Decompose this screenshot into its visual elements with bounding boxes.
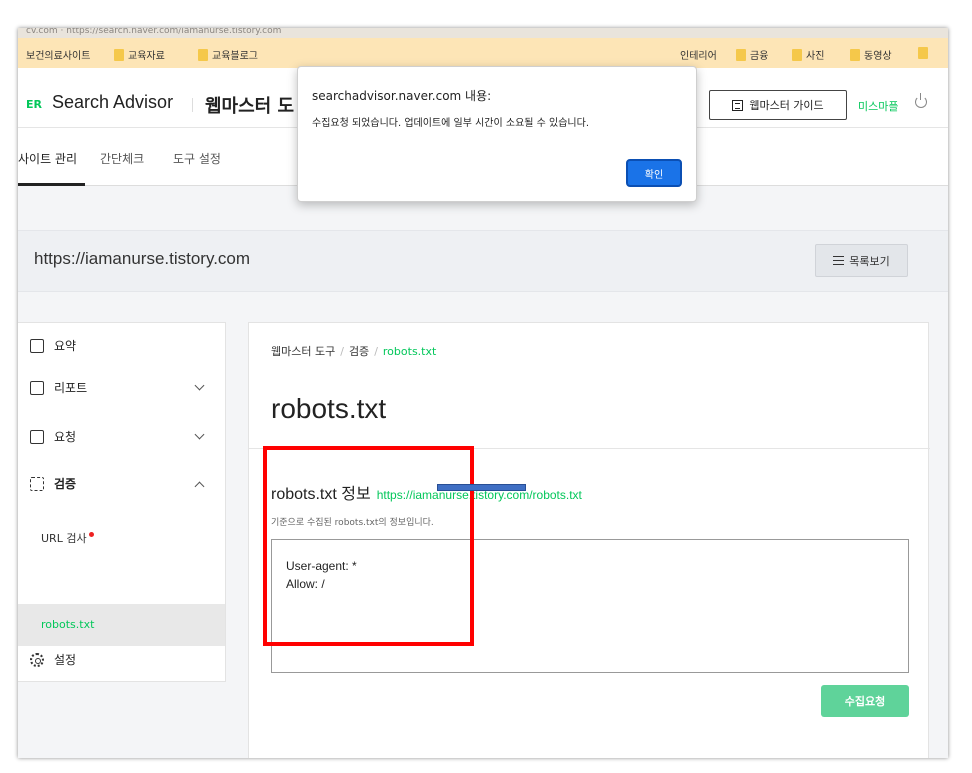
book-icon	[732, 99, 744, 111]
bookmark-item[interactable]: 인테리어	[680, 47, 717, 62]
bookmark-label: 교육자료	[128, 51, 165, 62]
bookmark-label: 교육블로그	[212, 51, 258, 62]
sidebar-item-label: 리포트	[54, 381, 88, 395]
breadcrumb-separator: /	[340, 345, 344, 358]
main-area: 요약 리포트 요청 검증 URL 검사 robots.txt 설정 웹마스터 도…	[18, 292, 948, 758]
bookmark-item[interactable]: 금융	[736, 47, 768, 62]
sidebar-subitem-robots[interactable]: robots.txt	[18, 604, 225, 646]
header-divider	[192, 98, 193, 112]
chevron-down-icon[interactable]	[194, 429, 205, 440]
tab-tool-settings[interactable]: 도구 설정	[173, 150, 221, 167]
bookmark-item[interactable]: 사진	[792, 47, 824, 62]
folder-icon	[198, 48, 208, 61]
power-icon[interactable]	[915, 93, 927, 108]
folder-icon	[736, 48, 746, 61]
alert-dialog: searchadvisor.naver.com 내용: 수집요청 되었습니다. …	[297, 66, 697, 202]
browser-window: cv.com · https://search.naver.com/iamanu…	[18, 28, 948, 758]
swap-arrows-icon	[30, 476, 44, 491]
folder-icon	[792, 48, 802, 61]
bookmark-label: 보건의료사이트	[26, 51, 91, 62]
collect-request-button[interactable]: 수집요청	[821, 685, 909, 717]
sidebar-item-verify[interactable]: 검증	[30, 475, 76, 492]
webmaster-guide-button[interactable]: 웹마스터 가이드	[709, 90, 847, 120]
sidebar-item-summary[interactable]: 요약	[30, 337, 76, 354]
sidebar-item-label: 검증	[54, 477, 77, 491]
sidebar-item-request[interactable]: 요청	[30, 428, 76, 445]
page-title: robots.txt	[271, 393, 387, 424]
breadcrumb-item[interactable]: 검증	[349, 345, 369, 358]
new-dot-badge	[88, 532, 94, 537]
guide-label: 웹마스터 가이드	[749, 99, 824, 112]
annotation-highlight-box	[263, 446, 474, 646]
user-name-link[interactable]: 미스마플	[858, 98, 898, 114]
dialog-title: searchadvisor.naver.com 내용:	[312, 89, 492, 103]
bookmark-item[interactable]	[918, 47, 928, 59]
page-heading: 웹마스터 도	[205, 96, 295, 117]
bookmark-item[interactable]: 교육자료	[114, 47, 165, 62]
gear-icon	[30, 652, 44, 667]
tab-site-management[interactable]: 사이트 관리	[18, 150, 77, 167]
bar-chart-icon	[30, 380, 44, 395]
list-icon	[833, 256, 845, 265]
sidebar-subitem-url-check[interactable]: URL 검사	[18, 518, 225, 560]
chevron-up-icon[interactable]	[194, 481, 205, 492]
breadcrumb: 웹마스터 도구 / 검증 / robots.txt	[271, 343, 436, 359]
breadcrumb-separator: /	[374, 345, 378, 358]
folder-icon	[114, 48, 124, 61]
chevron-down-icon[interactable]	[194, 380, 205, 391]
sidebar: 요약 리포트 요청 검증 URL 검사 robots.txt 설정	[18, 322, 226, 682]
folder-icon	[918, 47, 928, 59]
address-text: cv.com · https://search.naver.com/iamanu…	[26, 28, 282, 36]
bookmark-item[interactable]: 동영상	[850, 47, 892, 62]
folder-icon	[850, 48, 860, 61]
address-bar[interactable]: cv.com · https://search.naver.com/iamanu…	[18, 28, 948, 38]
sidebar-item-label: 요청	[54, 430, 77, 444]
bookmark-item[interactable]: 교육블로그	[198, 47, 258, 62]
dialog-message: 수집요청 되었습니다. 업데이트에 일부 시간이 소요될 수 있습니다.	[312, 118, 590, 129]
dialog-ok-button[interactable]: 확인	[626, 159, 682, 187]
sidebar-item-report[interactable]: 리포트	[30, 379, 87, 396]
sidebar-item-label: 요약	[54, 339, 77, 353]
list-view-button[interactable]: 목록보기	[815, 244, 908, 277]
naver-logo[interactable]: ER	[26, 98, 42, 111]
sidebar-subitem-label: URL 검사	[41, 532, 87, 545]
tab-simple-check[interactable]: 간단체크	[100, 150, 144, 167]
redaction-bar	[437, 484, 526, 491]
sidebar-subitem-label: robots.txt	[41, 618, 95, 631]
list-button-label: 목록보기	[849, 254, 890, 268]
document-icon	[30, 338, 44, 353]
site-bar: https://iamanurse.tistory.com 목록보기	[18, 230, 948, 292]
site-url: https://iamanurse.tistory.com	[34, 249, 251, 268]
bookmark-label: 사진	[806, 51, 825, 62]
brand-title[interactable]: Search Advisor	[52, 92, 173, 113]
bookmark-label: 금융	[750, 51, 769, 62]
breadcrumb-item[interactable]: 웹마스터 도구	[271, 345, 335, 358]
breadcrumb-current: robots.txt	[382, 345, 437, 358]
bookmark-label: 인테리어	[680, 51, 717, 62]
bookmark-item[interactable]: 보건의료사이트	[26, 47, 90, 62]
sidebar-item-label: 설정	[54, 653, 77, 667]
sidebar-item-settings[interactable]: 설정	[30, 651, 76, 668]
checkbox-icon	[30, 429, 44, 444]
bookmark-label: 동영상	[864, 51, 892, 62]
bookmarks-bar: 보건의료사이트 교육자료 교육블로그 인테리어 금융 사진 동영상	[18, 38, 948, 68]
